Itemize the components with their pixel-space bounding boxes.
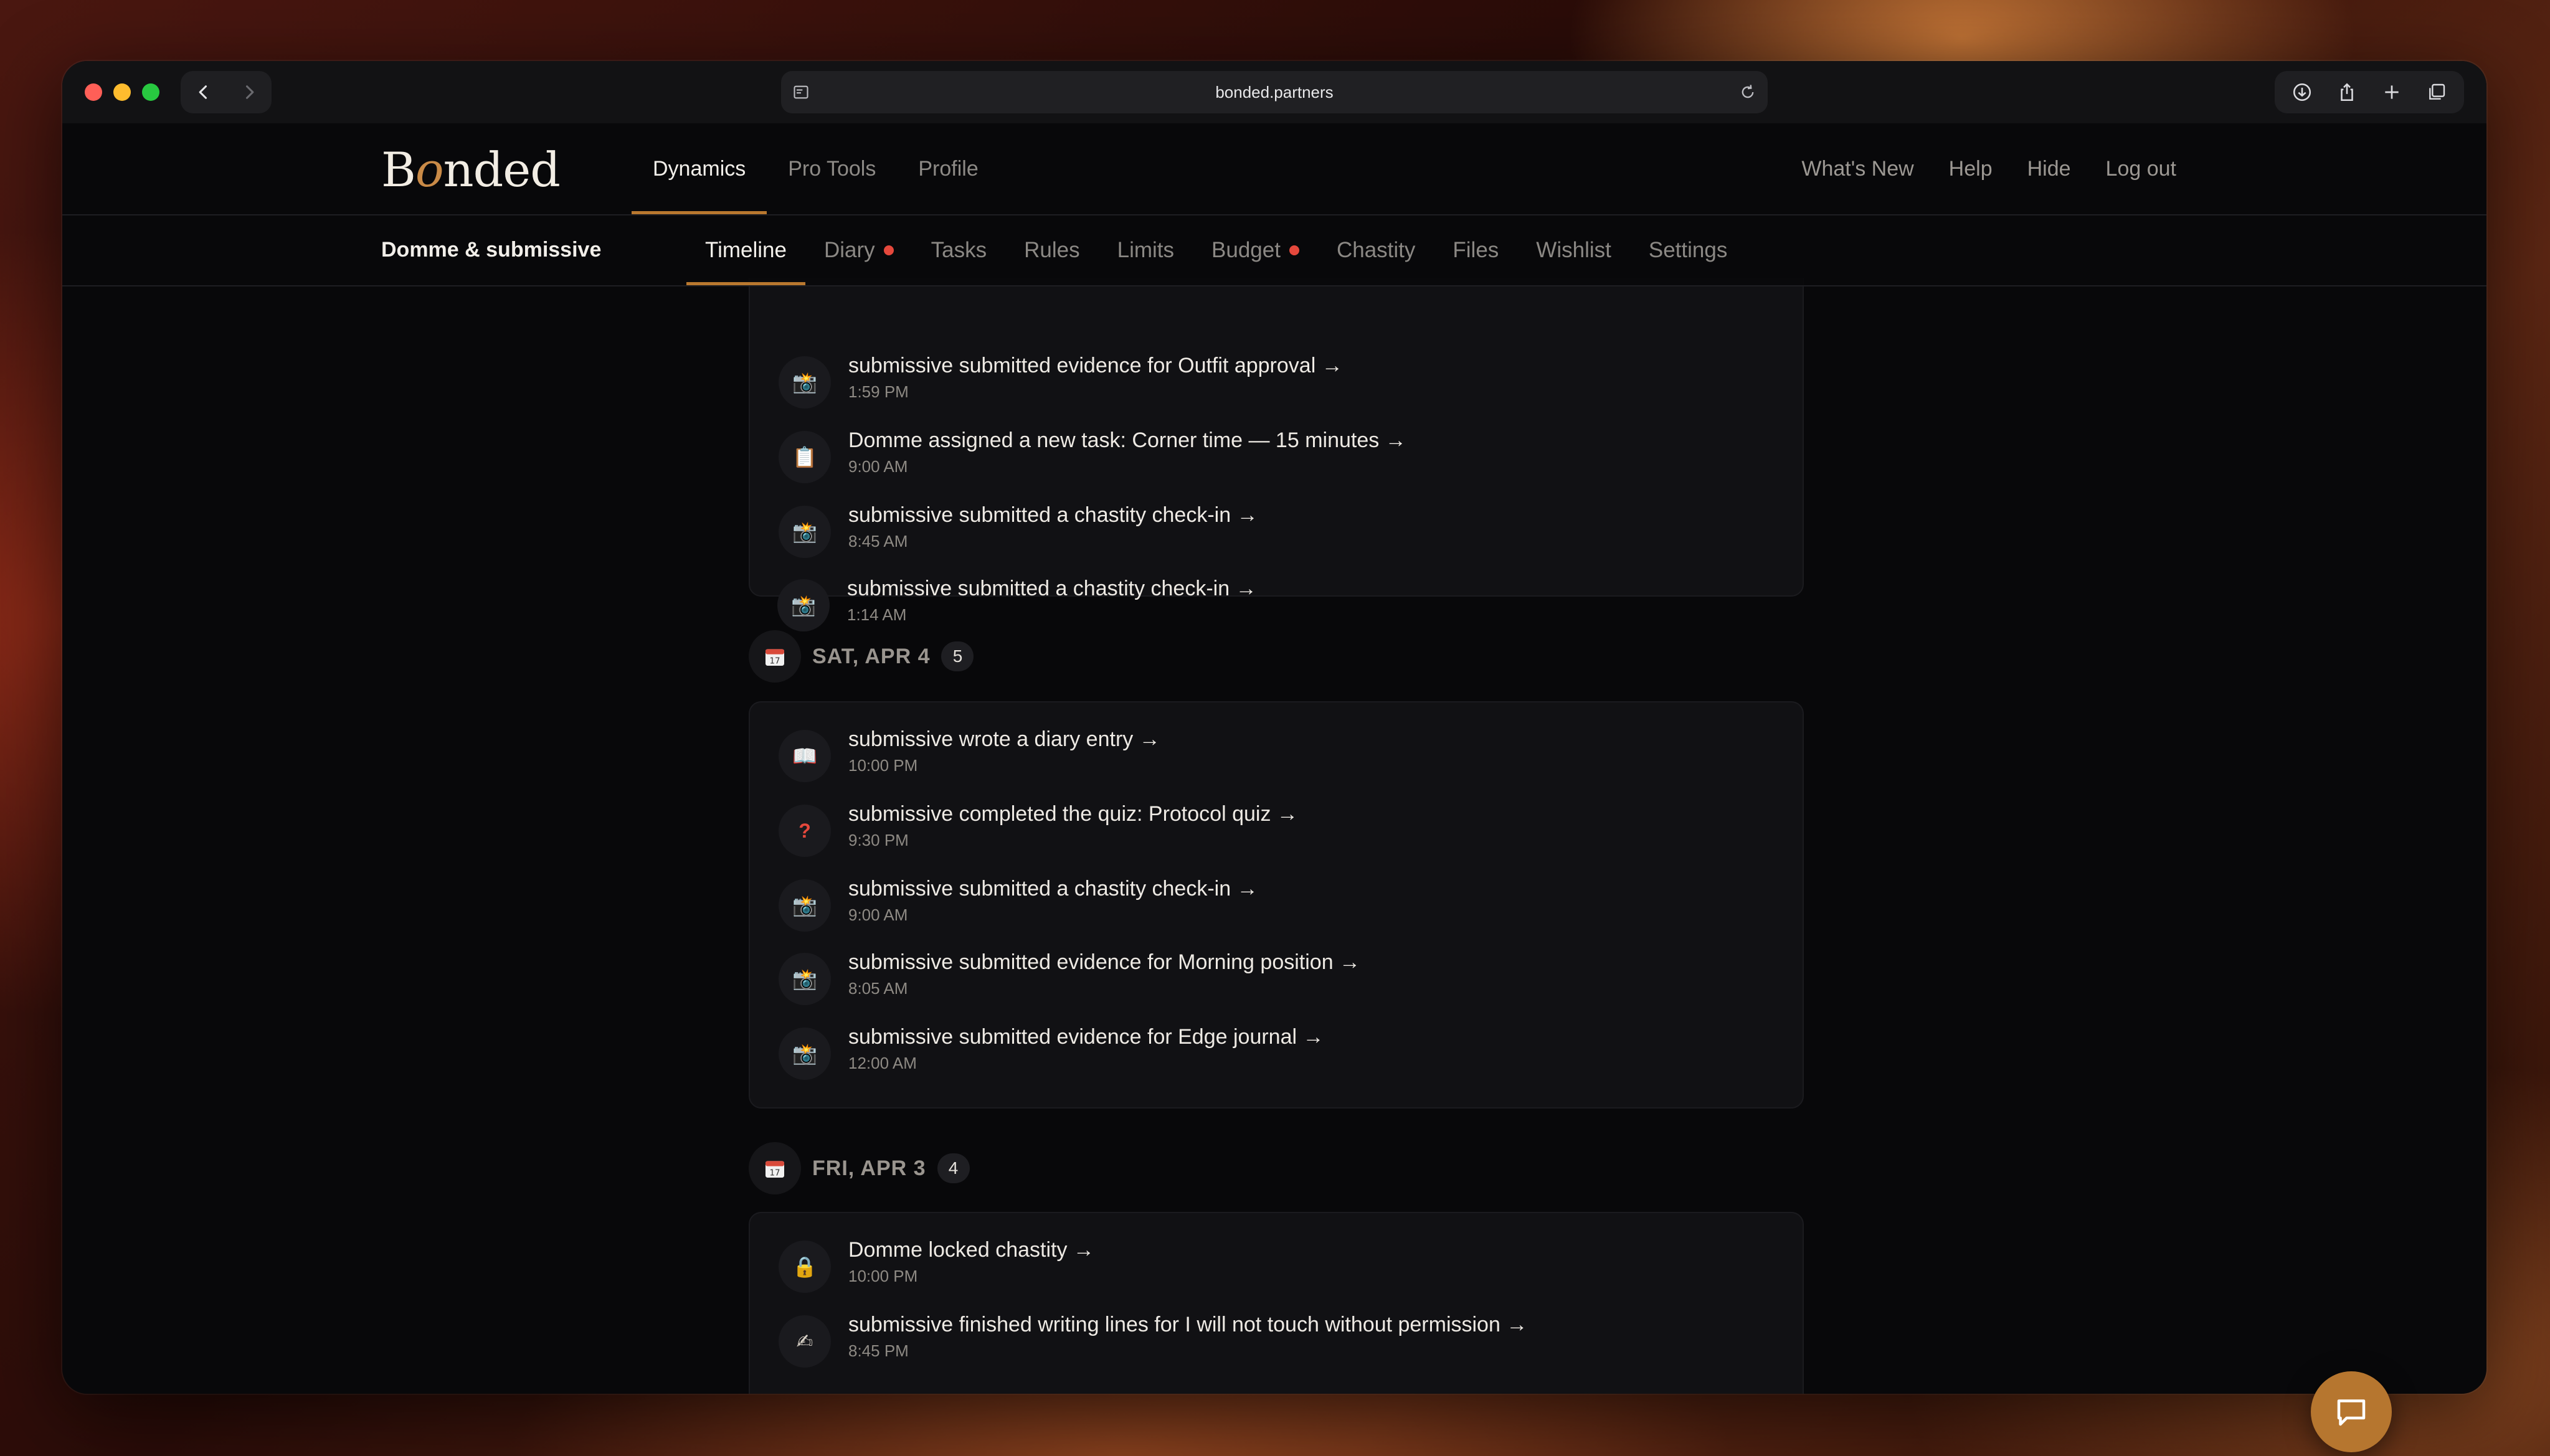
writing-hand-icon: ✍ <box>779 1315 831 1368</box>
event-title[interactable]: submissive wrote a diary entry → <box>848 727 1160 752</box>
primary-nav: Dynamics Pro Tools Profile <box>632 123 1000 214</box>
notification-dot <box>883 245 894 255</box>
event-time: 1:59 PM <box>848 382 909 401</box>
camera-flash-icon: 📸 <box>779 879 831 932</box>
camera-flash-icon: 📸 <box>779 1028 831 1080</box>
event-title[interactable]: submissive submitted evidence for Edge j… <box>848 1025 1324 1049</box>
tab-files[interactable]: Files <box>1434 215 1517 285</box>
book-icon: 📖 <box>779 730 831 782</box>
chat-bubble-icon <box>2337 1399 2366 1426</box>
day-label: SAT, APR 4 <box>812 644 931 668</box>
day-label: FRI, APR 3 <box>812 1156 926 1180</box>
tab-tasks[interactable]: Tasks <box>912 215 1005 285</box>
event-title[interactable]: submissive submitted a chastity check-in… <box>847 577 1257 601</box>
nav-whats-new[interactable]: What's New <box>1801 157 1913 181</box>
svg-text:17: 17 <box>770 657 780 666</box>
event-time: 8:45 AM <box>848 532 908 551</box>
event-title[interactable]: Domme assigned a new task: Corner time —… <box>848 428 1406 453</box>
event-title[interactable]: submissive submitted a chastity check-in… <box>848 503 1258 527</box>
event-title[interactable]: Domme locked chastity → <box>848 1238 1094 1262</box>
event-time: 10:00 PM <box>848 1267 918 1285</box>
nav-profile[interactable]: Profile <box>897 123 999 214</box>
day-header: 17 SAT, APR 4 5 <box>749 630 974 683</box>
brand-logo[interactable]: Bonded <box>381 142 561 197</box>
event-title[interactable]: submissive finished writing lines for I … <box>848 1313 1527 1337</box>
nav-log-out[interactable]: Log out <box>2106 157 2176 181</box>
nav-help[interactable]: Help <box>1949 157 1993 181</box>
notification-dot <box>1289 245 1299 255</box>
chat-button[interactable] <box>2311 1371 2392 1452</box>
svg-text:17: 17 <box>770 1169 780 1178</box>
account-nav: What's New Help Hide Log out <box>1801 123 2176 214</box>
event-time: 9:00 AM <box>848 457 908 476</box>
subnav-divider <box>62 285 2486 286</box>
tab-timeline[interactable]: Timeline <box>686 215 805 285</box>
tab-settings[interactable]: Settings <box>1630 215 1746 285</box>
nav-hide[interactable]: Hide <box>2027 157 2071 181</box>
event-time: 10:00 PM <box>848 756 918 775</box>
event-time: 8:05 AM <box>848 979 908 998</box>
day-event-count: 5 <box>941 641 974 671</box>
camera-flash-icon: 📸 <box>779 953 831 1005</box>
event-title[interactable]: submissive submitted evidence for Mornin… <box>848 950 1360 975</box>
event-title[interactable]: submissive completed the quiz: Protocol … <box>848 802 1298 826</box>
dynamic-name: Domme & submissive <box>381 238 602 262</box>
tab-rules[interactable]: Rules <box>1005 215 1098 285</box>
nav-pro-tools[interactable]: Pro Tools <box>767 123 897 214</box>
timeline-day-card: 📸 submissive submitted evidence for Outf… <box>749 248 1804 597</box>
event-time: 9:00 AM <box>848 905 908 924</box>
lock-icon: 🔒 <box>779 1241 831 1293</box>
timeline-day-card: 🔒 Domme locked chastity → 10:00 PM ✍ sub… <box>749 1212 1804 1394</box>
timeline-day-card: 📖 submissive wrote a diary entry → 10:00… <box>749 701 1804 1109</box>
day-header: 17 FRI, APR 3 4 <box>749 1142 970 1194</box>
event-title[interactable]: submissive submitted evidence for Outfit… <box>848 354 1343 378</box>
camera-flash-icon: 📸 <box>779 506 831 558</box>
event-time: 1:14 AM <box>847 605 907 624</box>
calendar-icon: 17 <box>749 630 801 683</box>
day-event-count: 4 <box>937 1153 970 1183</box>
tab-budget[interactable]: Budget <box>1193 215 1318 285</box>
calendar-icon: 17 <box>749 1142 801 1194</box>
question-mark-icon: ? <box>779 805 831 857</box>
camera-flash-icon: 📸 <box>779 356 831 409</box>
event-title[interactable]: submissive submitted a chastity check-in… <box>848 877 1258 901</box>
dynamic-tabs: Timeline Diary Tasks Rules Limits Budget… <box>686 215 1746 285</box>
camera-flash-icon: 📸 <box>777 579 830 631</box>
event-time: 12:00 AM <box>848 1054 917 1072</box>
clipboard-icon: 📋 <box>779 431 831 483</box>
event-time: 9:30 PM <box>848 831 909 849</box>
nav-dynamics[interactable]: Dynamics <box>632 123 767 214</box>
tab-diary[interactable]: Diary <box>805 215 912 285</box>
tab-chastity[interactable]: Chastity <box>1318 215 1434 285</box>
tab-wishlist[interactable]: Wishlist <box>1517 215 1630 285</box>
browser-window: bonded.partners 📸 submissive submitted e… <box>62 61 2486 1394</box>
event-time: 8:45 PM <box>848 1341 909 1360</box>
tab-limits[interactable]: Limits <box>1099 215 1193 285</box>
dynamic-subnav-bar: Domme & submissive Timeline Diary Tasks … <box>62 215 2486 285</box>
